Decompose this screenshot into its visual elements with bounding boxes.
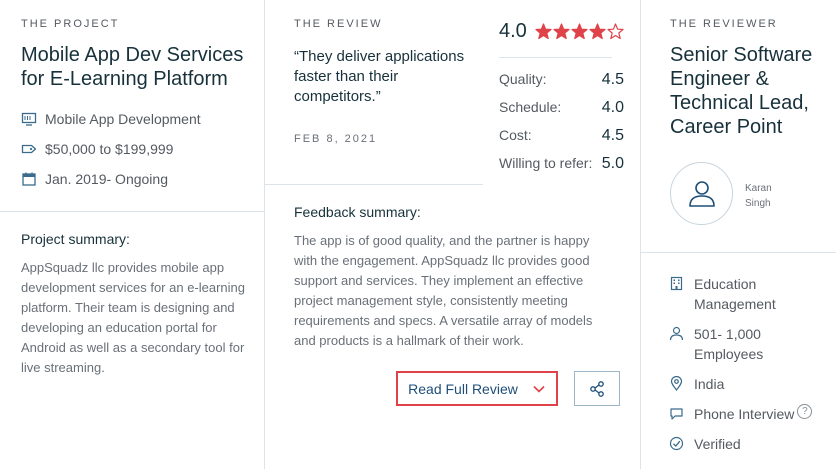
location-row: India	[669, 374, 724, 394]
overall-rating: 4.0	[499, 20, 625, 43]
interview-row: Phone Interview ?	[669, 404, 813, 424]
star-filled-icon	[553, 23, 570, 40]
industry-line: Management	[694, 296, 776, 312]
company-size-line: Employees	[694, 346, 764, 362]
review-quote: “They deliver applications faster than t…	[294, 48, 465, 105]
project-eyebrow: THE PROJECT	[21, 18, 120, 30]
monitor-icon	[21, 112, 37, 126]
star-filled-icon	[571, 23, 588, 40]
star-filled-icon	[535, 23, 552, 40]
verified-label: Verified	[694, 436, 741, 452]
project-divider	[0, 211, 264, 212]
review-eyebrow: THE REVIEW	[294, 18, 383, 30]
score-value: 5.0	[601, 155, 624, 172]
score-row-refer: Willing to refer: 5.0	[499, 155, 624, 173]
review-date: FEB 8, 2021	[294, 133, 378, 145]
chevron-down-icon	[533, 385, 545, 393]
timeline-row: Jan. 2019- Ongoing	[21, 171, 168, 187]
person-icon	[669, 326, 684, 341]
verified-row: Verified	[669, 434, 741, 454]
score-label: Willing to refer:	[499, 155, 593, 171]
reviewer-column: THE REVIEWER Senior Software Engineer & …	[641, 0, 836, 469]
budget-label: $50,000 to $199,999	[45, 141, 174, 157]
review-column: THE REVIEW “They deliver applications fa…	[264, 0, 641, 469]
help-icon[interactable]: ?	[797, 404, 813, 419]
reviewer-title-line: Engineer &	[670, 68, 769, 90]
industry-label: Education Management	[694, 274, 776, 314]
score-value: 4.5	[601, 71, 624, 88]
location-pin-icon	[670, 376, 683, 391]
overall-score: 4.0	[499, 20, 527, 42]
share-button[interactable]	[574, 371, 620, 406]
company-size-row: 501- 1,000 Employees	[669, 324, 763, 364]
budget-row: $50,000 to $199,999	[21, 141, 173, 157]
feedback-summary-label: Feedback summary:	[294, 204, 421, 220]
location-label: India	[694, 376, 725, 392]
reviewer-last-name: Singh	[745, 198, 771, 209]
read-full-review-label: Read Full Review	[408, 380, 518, 397]
chat-bubble-icon	[670, 408, 683, 420]
review-divider	[265, 184, 483, 185]
user-icon	[688, 180, 715, 207]
project-title-line: for E-Learning Platform	[21, 68, 228, 90]
star-empty-icon	[607, 23, 624, 40]
service-row: Mobile App Development	[21, 111, 201, 127]
service-label: Mobile App Development	[45, 111, 201, 127]
project-column: THE PROJECT Mobile App Dev Services for …	[0, 0, 264, 469]
reviewer-title: Senior Software Engineer & Technical Lea…	[670, 43, 836, 139]
reviewer-name: Karan Singh	[745, 181, 805, 211]
star-rating	[535, 23, 625, 40]
building-icon	[670, 276, 683, 291]
reviewer-title-line: Senior Software	[670, 44, 813, 66]
reviewer-title-line: Technical Lead,	[670, 92, 809, 114]
score-divider	[499, 57, 612, 58]
industry-line: Education	[694, 276, 757, 292]
check-circle-icon	[669, 436, 684, 451]
star-filled-icon	[589, 23, 606, 40]
calendar-icon	[22, 172, 36, 186]
timeline-label: Jan. 2019- Ongoing	[45, 171, 168, 187]
reviewer-title-line: Career Point	[670, 116, 783, 138]
share-icon	[590, 380, 604, 397]
price-tag-icon	[21, 144, 37, 154]
industry-row: Education Management	[669, 274, 776, 314]
score-row-cost: Cost: 4.5	[499, 127, 624, 145]
score-row-quality: Quality: 4.5	[499, 71, 624, 89]
avatar	[670, 162, 733, 225]
score-label: Quality:	[499, 71, 547, 87]
interview-label: Phone Interview	[694, 406, 795, 422]
company-size-line: 501- 1,000	[694, 326, 761, 342]
reviewer-first-name: Karan	[745, 183, 772, 194]
score-row-schedule: Schedule: 4.0	[499, 99, 624, 117]
project-summary-text: AppSquadz llc provides mobile app develo…	[21, 260, 246, 375]
score-value: 4.5	[601, 127, 624, 144]
score-label: Schedule:	[499, 99, 562, 115]
feedback-summary-text: The app is of good quality, and the part…	[294, 233, 593, 348]
project-summary-label: Project summary:	[21, 231, 130, 247]
company-size-label: 501- 1,000 Employees	[694, 324, 763, 364]
reviewer-divider	[641, 252, 836, 253]
project-title: Mobile App Dev Services for E-Learning P…	[21, 43, 261, 91]
reviewer-eyebrow: THE REVIEWER	[670, 18, 778, 30]
score-label: Cost:	[499, 127, 532, 143]
project-title-line: Mobile App Dev Services	[21, 44, 244, 66]
read-full-review-button[interactable]: Read Full Review	[396, 371, 558, 406]
score-value: 4.0	[601, 99, 624, 116]
